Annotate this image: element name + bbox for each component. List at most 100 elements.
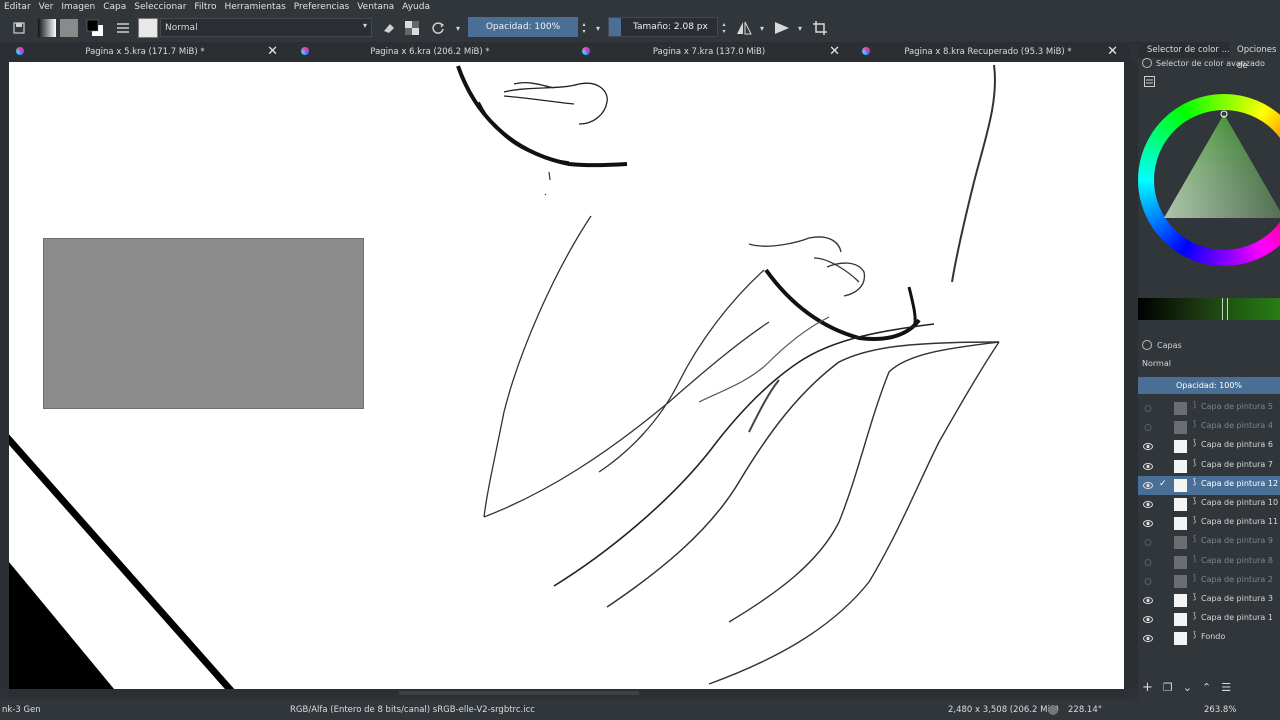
duplicate-layer-icon[interactable]: ❐ <box>1163 681 1173 694</box>
alpha-lock-icon[interactable] <box>404 18 420 38</box>
save-icon[interactable] <box>10 18 28 38</box>
tab-tool-options[interactable]: Opciones de <box>1228 42 1280 71</box>
eye-icon[interactable] <box>1143 500 1153 509</box>
layer-row[interactable]: ⟆ Capa de pintura 11 <box>1138 514 1280 533</box>
tab-document-2[interactable]: Pagina x 6.kra (206.2 MiB) * <box>285 42 575 62</box>
layer-row[interactable]: ⟆ Fondo <box>1138 629 1280 648</box>
layer-thumbnail <box>1174 402 1187 415</box>
layer-row[interactable]: ⟆ Capa de pintura 4 <box>1138 418 1280 437</box>
menu-imagen[interactable]: Imagen <box>57 2 99 12</box>
brush-settings-icon[interactable] <box>114 18 132 38</box>
eye-icon[interactable] <box>1143 519 1153 528</box>
eye-icon[interactable] <box>1143 481 1153 490</box>
layer-properties-icon[interactable]: ☰ <box>1221 681 1231 694</box>
chevron-down-icon[interactable]: ▾ <box>594 18 602 38</box>
blend-mode-select[interactable]: Normal ▾ <box>160 18 372 37</box>
layer-thumbnail <box>1174 594 1187 607</box>
layer-row[interactable]: ⟆ Capa de pintura 7 <box>1138 457 1280 476</box>
close-icon[interactable]: ✕ <box>829 44 840 59</box>
menu-herramientas[interactable]: Herramientas <box>220 2 289 12</box>
eye-hidden-icon[interactable] <box>1143 558 1153 567</box>
menu-filtro[interactable]: Filtro <box>190 2 220 12</box>
tab-document-3[interactable]: Pagina x 7.kra (137.0 MiB) ✕ <box>566 42 852 62</box>
layer-row[interactable]: ⟆ Capa de pintura 2 <box>1138 572 1280 591</box>
layer-row[interactable]: ⟆ Capa de pintura 5 <box>1138 399 1280 418</box>
paint-layer-icon: ⟆ <box>1193 419 1197 429</box>
tab-document-1[interactable]: Pagina x 5.kra (171.7 MiB) * ✕ <box>0 42 290 62</box>
check-icon[interactable]: ✓ <box>1159 479 1167 489</box>
canvas-left-margin <box>0 62 9 689</box>
layer-row[interactable]: ✓ ⟆ Capa de pintura 12 <box>1138 475 1280 495</box>
add-layer-icon[interactable]: + <box>1142 680 1153 695</box>
chevron-down-icon: ▾ <box>362 21 367 30</box>
layer-row[interactable]: ⟆ Capa de pintura 9 <box>1138 533 1280 552</box>
eye-icon[interactable] <box>1143 596 1153 605</box>
scrollbar-thumb[interactable] <box>399 691 639 695</box>
size-slider[interactable]: Tamaño: 2.08 px <box>608 17 718 37</box>
paint-layer-icon: ⟆ <box>1193 611 1197 621</box>
menu-editar[interactable]: Editar <box>0 2 35 12</box>
eye-icon[interactable] <box>1143 442 1153 451</box>
layer-row[interactable]: ⟆ Capa de pintura 3 <box>1138 591 1280 610</box>
brush-preset-icon[interactable] <box>138 18 158 38</box>
layer-row[interactable]: ⟆ Capa de pintura 10 <box>1138 495 1280 514</box>
chevron-down-icon[interactable]: ▾ <box>796 18 804 38</box>
eye-icon[interactable] <box>1143 615 1153 624</box>
gradient-icon[interactable] <box>38 18 56 38</box>
color-history-strip[interactable] <box>1138 298 1280 320</box>
wrap-around-icon[interactable] <box>812 18 828 38</box>
menu-seleccionar[interactable]: Seleccionar <box>130 2 190 12</box>
close-icon[interactable]: ✕ <box>1107 44 1118 59</box>
mirror-horizontal-icon[interactable] <box>736 18 752 38</box>
pattern-icon[interactable] <box>60 18 78 38</box>
layer-name: Capa de pintura 4 <box>1201 421 1273 431</box>
drawing-canvas[interactable] <box>9 62 1124 689</box>
menu-ver[interactable]: Ver <box>35 2 58 12</box>
eye-icon[interactable] <box>1143 634 1153 643</box>
color-selector-settings-icon[interactable] <box>1144 76 1155 90</box>
rotation-icon[interactable] <box>1048 705 1058 715</box>
layers-opacity-label: Opacidad: 100% <box>1175 381 1243 390</box>
opacity-stepper[interactable]: ▴ ▾ <box>580 18 588 38</box>
fg-bg-color-icon[interactable] <box>86 18 104 38</box>
reload-preset-icon[interactable] <box>430 18 446 38</box>
layer-row[interactable]: ⟆ Capa de pintura 6 <box>1138 437 1280 456</box>
close-icon[interactable]: ✕ <box>267 44 278 59</box>
status-rotation[interactable]: 228.14° <box>1068 705 1102 715</box>
layers-blend-mode[interactable]: Normal <box>1142 359 1171 368</box>
layer-name: Capa de pintura 8 <box>1201 555 1273 565</box>
eraser-icon[interactable] <box>380 18 396 38</box>
status-image-dimensions: 2,480 x 3,508 (206.2 MiB) <box>948 705 1059 715</box>
chevron-down-icon[interactable]: ▾ <box>454 18 462 38</box>
docker-float-icon[interactable] <box>1142 58 1152 68</box>
layers-header: Capas <box>1142 340 1182 350</box>
opacity-slider[interactable]: Opacidad: 100% <box>468 17 578 37</box>
menu-capa[interactable]: Capa <box>99 2 130 12</box>
menu-ayuda[interactable]: Ayuda <box>398 2 434 12</box>
menu-preferencias[interactable]: Preferencias <box>290 2 353 12</box>
eye-hidden-icon[interactable] <box>1143 423 1153 432</box>
tab-document-4[interactable]: Pagina x 8.kra Recuperado (95.3 MiB) * ✕ <box>846 42 1130 62</box>
tab-color-selector[interactable]: Selector de color ... <box>1138 42 1230 58</box>
eye-hidden-icon[interactable] <box>1143 538 1153 547</box>
menu-ventana[interactable]: Ventana <box>353 2 398 12</box>
mirror-vertical-icon[interactable] <box>774 18 790 38</box>
layer-name: Capa de pintura 11 <box>1201 517 1279 527</box>
move-layer-up-icon[interactable]: ⌃ <box>1202 681 1211 694</box>
size-stepper[interactable]: ▴ ▾ <box>720 18 728 38</box>
layer-thumbnail <box>1174 536 1187 550</box>
eye-hidden-icon[interactable] <box>1143 577 1153 586</box>
move-layer-down-icon[interactable]: ⌄ <box>1183 681 1192 694</box>
horizontal-scrollbar[interactable] <box>9 689 1124 697</box>
layers-opacity-slider[interactable]: Opacidad: 100% <box>1138 377 1280 394</box>
chevron-down-icon[interactable]: ▾ <box>758 18 766 38</box>
color-wheel[interactable] <box>1138 94 1280 274</box>
status-zoom[interactable]: 263.8% <box>1204 705 1236 715</box>
eye-hidden-icon[interactable] <box>1143 404 1153 413</box>
paint-layer-icon: ⟆ <box>1193 400 1197 409</box>
eye-icon[interactable] <box>1143 462 1153 471</box>
layer-row[interactable]: ⟆ Capa de pintura 1 <box>1138 610 1280 629</box>
layer-row[interactable]: ⟆ Capa de pintura 8 <box>1138 553 1280 572</box>
docker-float-icon[interactable] <box>1142 340 1152 350</box>
layer-name: Capa de pintura 5 <box>1201 402 1273 411</box>
